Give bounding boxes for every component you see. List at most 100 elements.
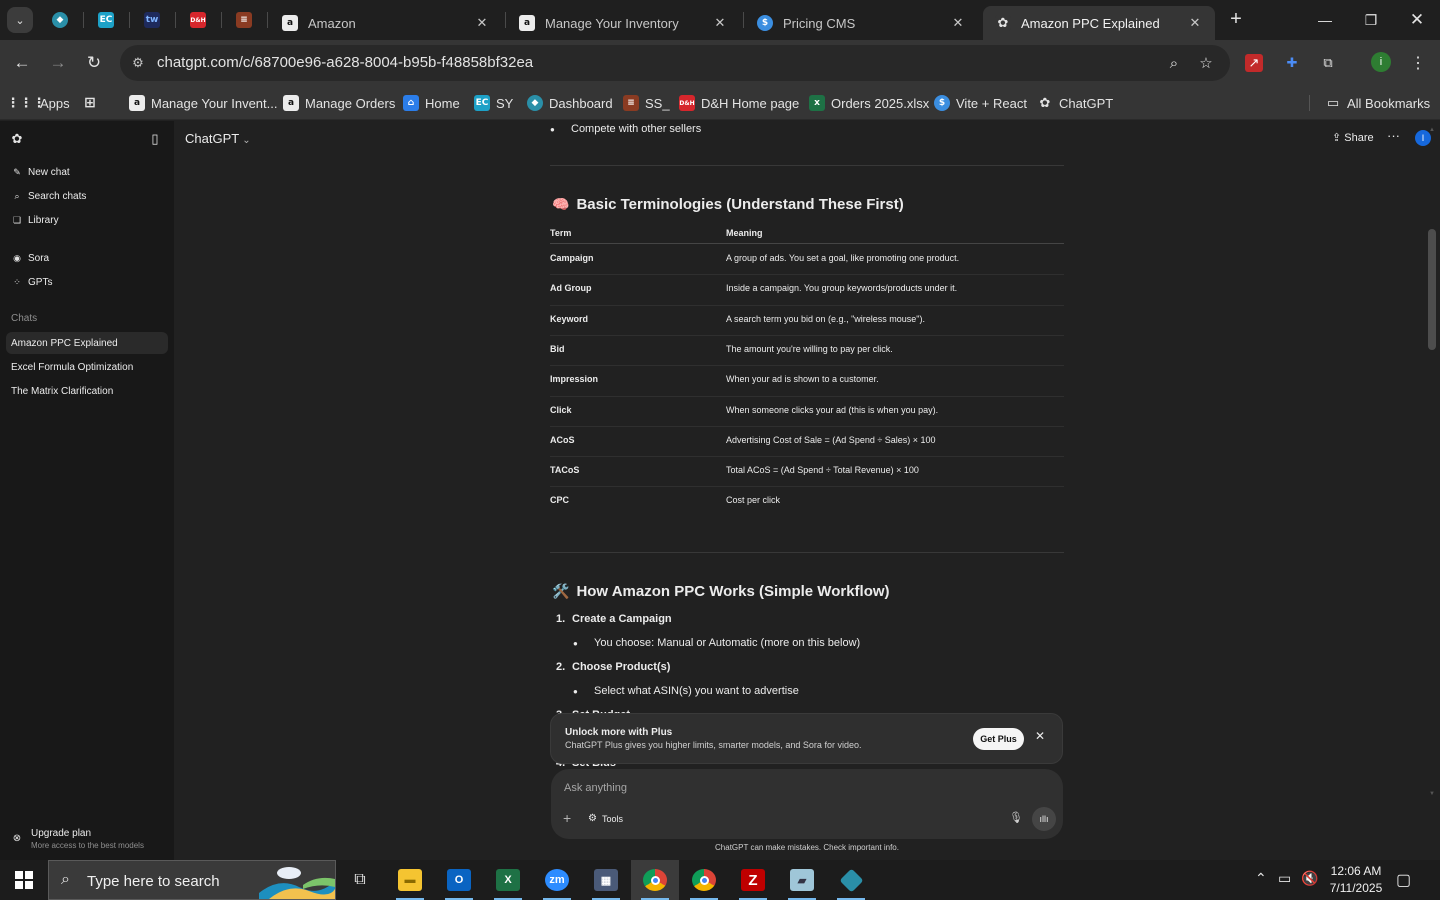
tab-pricing-cms[interactable]: $ Pricing CMS ✕ [745,6,978,40]
pinned-tab-sparkle[interactable]: ◆ [49,10,71,30]
meaning-cell: A search term you bid on (e.g., "wireles… [726,313,925,324]
bookmarks-bar: ⋮⋮⋮ Apps ⊞ a Manage Your Invent... a Manage… [0,86,1440,120]
sidebar-item-label: Search chats [28,190,87,202]
show-hidden-icons-icon[interactable]: ⌃ [1255,870,1267,887]
zoom-icon[interactable]: ⌕ [1164,53,1184,73]
profile-avatar-icon[interactable]: i [1371,52,1391,72]
voice-mode-icon[interactable]: ıllı [1032,807,1056,831]
tab-close-icon[interactable]: ✕ [950,15,966,31]
upgrade-title: Upgrade plan [31,828,92,839]
taskbar-chrome[interactable] [631,860,679,900]
tools-icon: 🛠️ [552,583,570,599]
taskbar-excel[interactable]: X [484,860,532,900]
extension-red-arrow-icon[interactable]: ↗ [1245,54,1263,72]
search-chats-button[interactable]: ⌕ Search chats [6,185,168,207]
bookmark-vite-react[interactable]: $ Vite + React [934,92,1027,114]
pinned-tab-ec[interactable]: EC [95,10,117,30]
upgrade-plan-button[interactable]: ⊗ Upgrade plan More access to the best m… [6,825,168,855]
taskbar-file-explorer[interactable]: ▬ [386,860,434,900]
attach-plus-icon[interactable]: + [563,810,571,826]
gpts-button[interactable]: ⁘ GPTs [6,271,168,293]
taskbar-search[interactable]: ⌕ [48,860,336,900]
tab-amazon[interactable]: a Amazon ✕ [270,6,502,40]
more-options-icon[interactable]: ··· [1387,128,1400,143]
share-button[interactable]: ⇪ Share [1332,131,1374,144]
bookmark-home[interactable]: ⌂ Home [403,92,460,114]
tab-label: Manage Your Inventory [545,15,679,31]
site-info-icon[interactable]: ⚙ [128,53,148,73]
taskbar-chrome-2[interactable] [680,860,728,900]
tab-search-dropdown-icon[interactable]: ⌄ [7,7,33,33]
close-sidebar-icon[interactable]: ▯ [146,130,164,148]
bookmark-star-icon[interactable]: ☆ [1196,53,1216,73]
taskbar-calculator[interactable]: ▦ [582,860,630,900]
chrome-icon [692,869,716,891]
chatgpt-logo-icon[interactable]: ✿ [8,130,26,148]
close-window-icon[interactable]: ✕ [1394,0,1440,40]
network-icon[interactable]: ▭ [1278,870,1291,887]
taskbar-outlook[interactable]: O [435,860,483,900]
filezilla-icon: Z [741,869,765,891]
taskbar-app-sparkle[interactable] [827,860,875,900]
bookmark-dh-home[interactable]: D&H D&H Home page [679,92,799,114]
taskbar-filezilla[interactable]: Z [729,860,777,900]
volume-muted-icon[interactable]: 🔇 [1301,870,1318,887]
new-chat-button[interactable]: ✎ New chat [6,161,168,183]
extensions-puzzle-icon[interactable]: ⧉ [1317,52,1339,74]
tab-manage-inventory[interactable]: a Manage Your Inventory ✕ [507,6,740,40]
prompt-input[interactable] [564,779,984,797]
bookmark-chatgpt[interactable]: ✿ ChatGPT [1037,92,1114,114]
chat-item[interactable]: Amazon PPC Explained [6,332,168,354]
meaning-cell: Inside a campaign. You group keywords/pr… [726,283,958,294]
new-tab-button[interactable]: + [1224,8,1248,32]
chrome-menu-icon[interactable]: ⋮ [1407,52,1429,74]
pinned-tab-dh[interactable]: D&H [187,10,209,30]
microphone-icon[interactable]: 🎙 [1009,811,1023,824]
bookmark-apps[interactable]: ⋮⋮⋮ Apps [7,92,70,114]
library-button[interactable]: ❏ Library [6,209,168,231]
chat-item[interactable]: The Matrix Clarification [6,380,168,402]
sparkle-icon [838,867,864,893]
taskbar-zoom[interactable]: zm [533,860,581,900]
minimize-icon[interactable]: — [1302,0,1348,40]
bookmark-manage-orders[interactable]: a Manage Orders [283,92,395,114]
chat-item[interactable]: Excel Formula Optimization [6,356,168,378]
task-view-button[interactable]: ⧉ [336,860,384,900]
sora-button[interactable]: ◉ Sora [6,247,168,269]
system-clock[interactable]: 12:06 AM 7/11/2025 [1325,863,1387,897]
sidebar-item-label: Sora [28,252,50,264]
reload-icon[interactable]: ↻ [81,50,107,76]
forward-icon[interactable]: → [45,50,71,76]
tab-close-icon[interactable]: ✕ [712,15,728,31]
restore-icon[interactable]: ❐ [1348,0,1394,40]
taskbar-search-input[interactable] [87,871,257,891]
tools-button[interactable]: ⚙ Tools [588,813,623,824]
clock-date: 7/11/2025 [1329,881,1383,895]
scrollbar-thumb[interactable] [1428,229,1436,350]
tab-close-icon[interactable]: ✕ [1187,15,1203,31]
meaning-cell: When someone clicks your ad (this is whe… [726,404,939,415]
taskbar-notes[interactable]: ▰ [778,860,826,900]
pinned-tab-tw[interactable]: tw [141,10,163,30]
start-button[interactable] [0,860,48,900]
get-plus-button[interactable]: Get Plus [973,728,1024,750]
clock-time: 12:06 AM [1330,864,1382,878]
all-bookmarks[interactable]: ▭ All Bookmarks [1325,92,1430,114]
bookmark-dashboard[interactable]: ◆ Dashboard [527,92,613,114]
url-text[interactable]: chatgpt.com/c/68700e96-a628-8004-b95b-f4… [157,54,533,71]
bookmark-orders-xlsx[interactable]: x Orders 2025.xlsx [809,92,929,114]
extension-blue-icon[interactable]: ✚ [1281,52,1303,74]
bookmark-ss[interactable]: ≡ SS_ [623,92,670,114]
tab-amazon-ppc-explained[interactable]: ✿ Amazon PPC Explained ✕ [983,6,1215,40]
bookmark-tab-groups[interactable]: ⊞ [82,92,104,114]
scrollbar[interactable]: ▲ ▼ [1424,121,1440,860]
close-icon[interactable]: ✕ [1035,729,1045,743]
bookmark-sy[interactable]: EC SY [474,92,513,114]
bookmark-manage-inventory[interactable]: a Manage Your Invent... [129,92,277,114]
tab-close-icon[interactable]: ✕ [474,15,490,31]
back-icon[interactable]: ← [9,50,35,76]
pinned-tab-stack[interactable]: ≡ [233,10,255,30]
notification-center-icon[interactable]: ▢ [1396,870,1411,890]
address-bar[interactable]: ⚙ chatgpt.com/c/68700e96-a628-8004-b95b-… [120,45,1230,81]
model-selector[interactable]: ChatGPT ⌄ [185,131,251,146]
